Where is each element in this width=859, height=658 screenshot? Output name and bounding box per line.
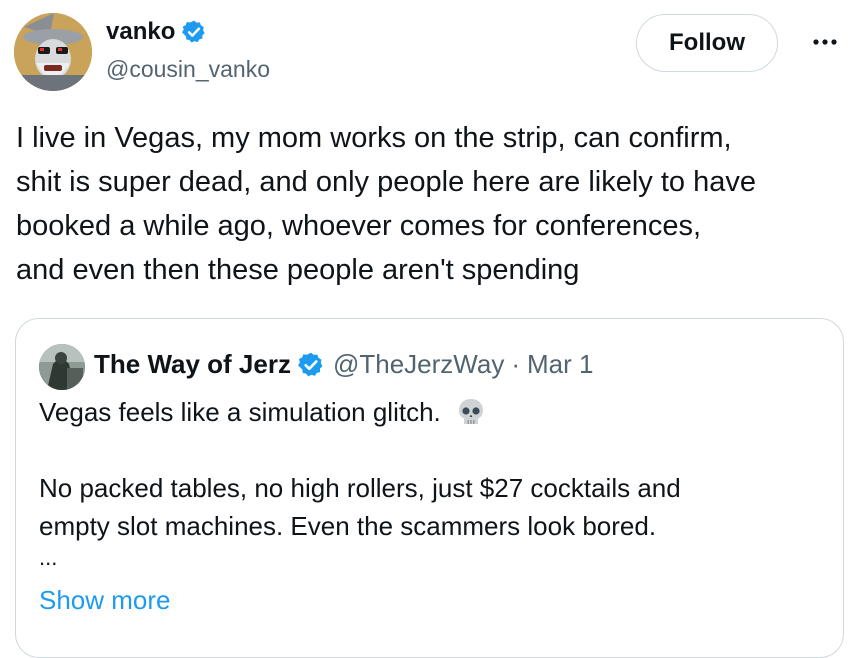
skull-emoji-icon (456, 397, 486, 427)
wizard-avatar-image (14, 13, 92, 91)
quoted-ellipsis: ... (39, 545, 58, 570)
quoted-author-avatar[interactable] (39, 344, 85, 390)
show-more-link[interactable]: Show more (39, 585, 171, 616)
quoted-text-line: Vegas feels like a simulation glitch. (39, 397, 486, 428)
author-name-row: vanko (106, 18, 207, 46)
author-handle[interactable]: @cousin_vanko (106, 56, 270, 83)
separator-dot: · (511, 349, 520, 379)
quoted-text-line-3: empty slot machines. Even the scammers l… (39, 511, 657, 541)
quoted-display-name[interactable]: The Way of Jerz (94, 349, 291, 380)
tweet-line: booked a while ago, whoever comes for co… (16, 210, 702, 242)
tweet-text: I live in Vegas, my mom works on the str… (16, 116, 852, 292)
tweet-line: I live in Vegas, my mom works on the str… (16, 122, 732, 154)
quoted-header: The Way of Jerz @TheJerzWay · Mar 1 (94, 349, 593, 380)
follow-button[interactable]: Follow (636, 14, 778, 72)
quoted-avatar-image (39, 344, 85, 390)
quoted-handle[interactable]: @TheJerzWay (333, 349, 504, 380)
verified-badge-icon (297, 351, 325, 379)
quoted-text-line-2: No packed tables, no high rollers, just … (39, 473, 681, 503)
author-avatar[interactable] (14, 13, 92, 91)
quoted-date[interactable]: Mar 1 (527, 349, 593, 380)
author-display-name[interactable]: vanko (106, 18, 175, 46)
quoted-text-line-1: Vegas feels like a simulation glitch. (39, 397, 441, 427)
verified-badge-icon (181, 19, 207, 45)
tweet-line: shit is super dead, and only people here… (16, 166, 756, 198)
quoted-tweet-card[interactable]: The Way of Jerz @TheJerzWay · Mar 1 Vega… (15, 318, 844, 658)
more-horizontal-icon[interactable] (808, 30, 842, 54)
tweet-line: and even then these people aren't spendi… (16, 254, 580, 286)
